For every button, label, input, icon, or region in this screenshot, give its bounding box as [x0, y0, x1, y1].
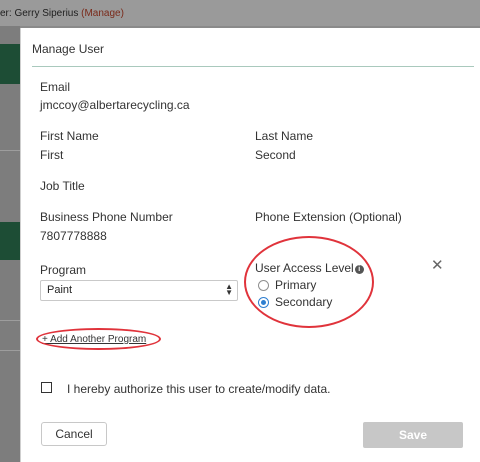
- email-value: jmccoy@albertarecycling.ca: [40, 98, 190, 112]
- background-user-name: er: Gerry Siperius: [0, 8, 79, 19]
- info-icon[interactable]: i: [354, 265, 364, 274]
- radio-primary-icon[interactable]: [258, 279, 269, 291]
- close-icon[interactable]: ✕: [431, 256, 444, 274]
- background-divider: [0, 150, 20, 151]
- add-another-program-link[interactable]: + Add Another Program: [42, 334, 146, 345]
- program-selected-value: Paint: [47, 284, 73, 296]
- save-button[interactable]: Save: [363, 422, 463, 448]
- select-arrows-icon: ▲ ▼: [225, 282, 233, 297]
- background-green-block: [0, 44, 20, 84]
- first-name-label: First Name: [40, 129, 99, 143]
- background-divider: [0, 320, 20, 321]
- background-divider: [0, 350, 20, 351]
- title-divider: [32, 66, 474, 67]
- radio-option-primary[interactable]: Primary: [258, 278, 316, 292]
- background-green-block: [0, 222, 20, 260]
- manage-user-dialog: Manage User Email jmccoy@albertarecyclin…: [20, 28, 480, 462]
- business-phone-value: 7807778888: [40, 229, 107, 243]
- authorize-checkbox[interactable]: [41, 382, 52, 393]
- radio-secondary-label: Secondary: [275, 295, 333, 309]
- last-name-label: Last Name: [255, 129, 314, 143]
- cancel-button[interactable]: Cancel: [41, 422, 107, 446]
- email-label: Email: [40, 80, 71, 94]
- dialog-title: Manage User: [32, 42, 105, 56]
- radio-secondary-icon[interactable]: [258, 296, 269, 308]
- radio-option-secondary[interactable]: Secondary: [258, 295, 332, 309]
- access-level-label: User Access Level: [255, 261, 354, 275]
- phone-extension-label: Phone Extension (Optional): [255, 210, 402, 224]
- business-phone-label: Business Phone Number: [40, 210, 173, 224]
- background-user-info: er: Gerry Siperius (Manage): [0, 8, 124, 19]
- last-name-value: Second: [255, 148, 296, 162]
- radio-primary-label: Primary: [275, 278, 317, 292]
- authorize-label: I hereby authorize this user to create/m…: [67, 382, 331, 396]
- job-title-label: Job Title: [40, 179, 85, 193]
- program-label: Program: [40, 263, 87, 277]
- program-select[interactable]: Paint ▲ ▼: [40, 280, 238, 301]
- access-level-heading: User Access Level i: [255, 261, 364, 275]
- first-name-value: First: [40, 148, 64, 162]
- background-manage-link: (Manage): [81, 8, 124, 19]
